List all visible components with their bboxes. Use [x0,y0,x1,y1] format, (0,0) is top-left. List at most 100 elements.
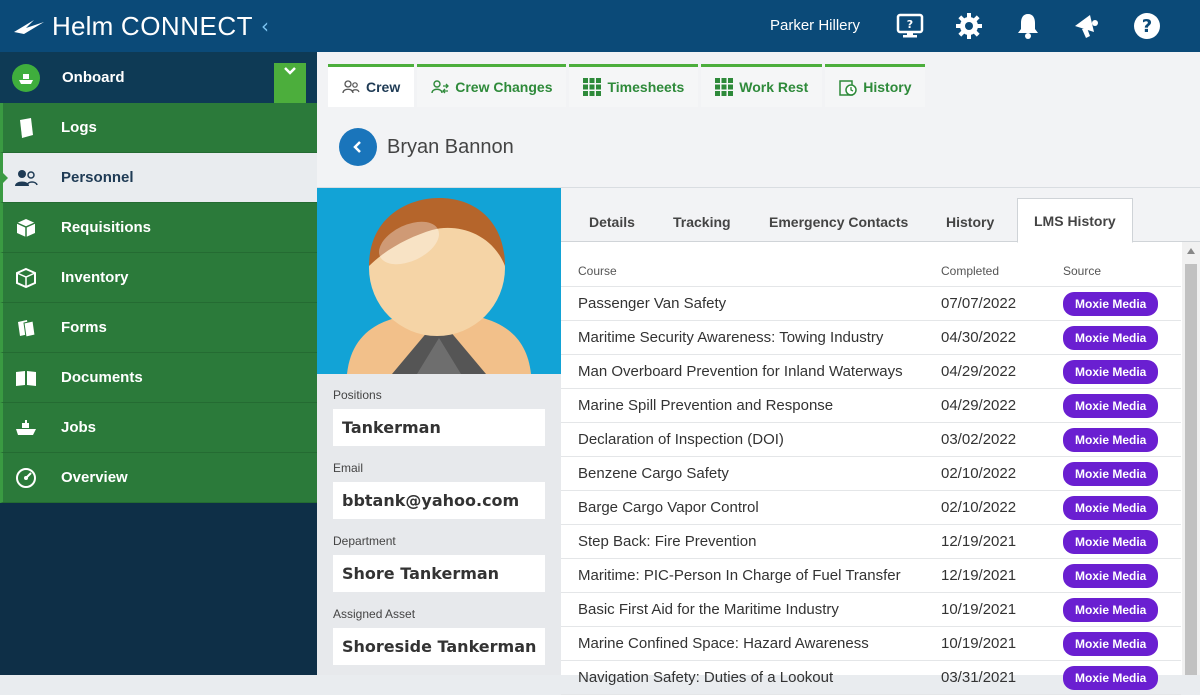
source-cell: Moxie Media [1046,461,1181,486]
source-badge[interactable]: Moxie Media [1063,529,1159,554]
tab-crew[interactable]: Crew [328,64,415,107]
crew-icon [342,80,360,94]
table-row[interactable]: Benzene Cargo Safety 02/10/2022 Moxie Medi… [561,457,1181,491]
scrollbar-thumb[interactable] [1185,264,1197,675]
sidebar-item-requisitions[interactable]: Requisitions [0,203,317,253]
source-cell: Moxie Media [1046,393,1181,418]
positions-field: Positions Tankerman [333,388,545,446]
sidebar-item-logs[interactable]: Logs [0,103,317,153]
column-header-source[interactable]: Source [1046,264,1181,278]
collapse-chevron-icon[interactable]: ‹ [261,14,269,38]
source-badge[interactable]: Moxie Media [1063,665,1159,690]
table-row[interactable]: Passenger Van Safety 07/07/2022 Moxie Medi… [561,287,1181,321]
completed-date-cell: 02/10/2022 [941,465,1017,482]
positions-value: Tankerman [333,409,545,446]
source-badge[interactable]: Moxie Media [1063,359,1159,384]
tab-detail-history[interactable]: History [946,202,994,242]
table-header: Course Completed Source [561,242,1181,287]
help-question-icon[interactable]: ? [1131,10,1163,42]
source-badge[interactable]: Moxie Media [1063,597,1159,622]
course-cell: Marine Spill Prevention and Response [578,397,834,414]
assigned-asset-label: Assigned Asset [333,607,416,621]
avatar-placeholder-icon [347,198,531,374]
source-cell: Moxie Media [1046,291,1181,316]
grid-icon [583,78,602,96]
settings-gear-icon[interactable] [953,10,985,42]
sidebar-item-overview[interactable]: Overview [0,453,317,503]
tab-details[interactable]: Details [589,202,635,242]
completed-date-cell: 04/30/2022 [941,329,1017,346]
tab-timesheets[interactable]: Timesheets [569,64,699,107]
helm-connect-logo[interactable]: Helm CONNECT ‹ [12,10,269,42]
monitor-help-icon[interactable]: ? [894,10,926,42]
logbook-icon [13,115,39,141]
sidebar-item-personnel[interactable]: Personnel [0,153,317,203]
sidebar-item-forms[interactable]: Forms [0,303,317,353]
source-badge[interactable]: Moxie Media [1063,291,1159,316]
history-clock-icon [839,80,857,96]
source-badge[interactable]: Moxie Media [1063,461,1159,486]
table-row[interactable]: Maritime Security Awareness: Towing Indu… [561,321,1181,355]
table-row[interactable]: Basic First Aid for the Maritime Industr… [561,593,1181,627]
sidebar-item-documents[interactable]: Documents [0,353,317,403]
source-badge[interactable]: Moxie Media [1063,393,1159,418]
table-scrollbar[interactable] [1182,242,1200,675]
table-row[interactable]: Step Back: Fire Prevention 12/19/2021 Moxi… [561,525,1181,559]
lms-history-table: Course Completed Source Passenger Van Sa… [561,242,1181,695]
grid-icon [715,78,734,96]
top-bar: Helm CONNECT ‹ Parker Hillery ? ? [0,0,1200,52]
table-row[interactable]: Barge Cargo Vapor Control 02/10/2022 Moxie… [561,491,1181,525]
back-button[interactable] [339,128,377,166]
svg-text:?: ? [907,18,913,31]
source-badge[interactable]: Moxie Media [1063,495,1159,520]
chevron-down-icon [284,67,296,75]
column-header-course[interactable]: Course [561,264,924,278]
sidebar-item-jobs[interactable]: Jobs [0,403,317,453]
source-badge[interactable]: Moxie Media [1063,325,1159,350]
tab-work-rest[interactable]: Work Rest [701,64,823,107]
completed-date-cell: 12/19/2021 [941,567,1017,584]
course-cell: Basic First Aid for the Maritime Industr… [578,601,839,618]
course-cell: Maritime: PIC-Person In Charge of Fuel T… [578,567,901,584]
scroll-up-arrow-icon[interactable] [1187,248,1195,254]
onboard-section-header[interactable]: Onboard [0,52,317,103]
completed-date-cell: 03/31/2021 [941,669,1017,686]
column-header-completed[interactable]: Completed [924,264,1046,278]
email-value: bbtank@yahoo.com [333,482,545,519]
person-name: Bryan Bannon [387,135,514,158]
source-cell: Moxie Media [1046,427,1181,452]
completed-date-cell: 04/29/2022 [941,397,1017,414]
forms-icon [13,315,39,341]
course-cell: Barge Cargo Vapor Control [578,499,759,516]
table-row[interactable]: Marine Spill Prevention and Response 04/2… [561,389,1181,423]
crew-changes-icon [431,80,450,94]
tab-crew-changes[interactable]: Crew Changes [417,64,567,107]
assigned-asset-field: Assigned Asset Shoreside Tankerman [333,607,545,665]
source-badge[interactable]: Moxie Media [1063,427,1159,452]
tab-history[interactable]: History [825,64,926,107]
book-icon [13,365,39,391]
completed-date-cell: 12/19/2021 [941,533,1017,550]
table-row[interactable]: Maritime: PIC-Person In Charge of Fuel T… [561,559,1181,593]
section-dropdown-button[interactable] [274,63,306,103]
table-row[interactable]: Man Overboard Prevention for Inland Wate… [561,355,1181,389]
table-row[interactable]: Declaration of Inspection (DOI) 03/02/202… [561,423,1181,457]
tab-lms-history[interactable]: LMS History [1017,198,1133,243]
avatar [317,188,561,374]
chevron-left-icon [353,141,361,153]
source-cell: Moxie Media [1046,325,1181,350]
table-row[interactable]: Navigation Safety: Duties of a Lookout 03… [561,661,1181,695]
source-badge[interactable]: Moxie Media [1063,563,1159,588]
source-cell: Moxie Media [1046,495,1181,520]
user-name[interactable]: Parker Hillery [770,17,860,34]
positions-label: Positions [333,388,382,402]
source-badge[interactable]: Moxie Media [1063,631,1159,656]
svg-text:?: ? [1142,16,1152,37]
course-cell: Marine Confined Space: Hazard Awareness [578,635,869,652]
tab-emergency-contacts[interactable]: Emergency Contacts [769,202,908,242]
sidebar-item-inventory[interactable]: Inventory [0,253,317,303]
tab-tracking[interactable]: Tracking [673,202,731,242]
megaphone-icon[interactable] [1071,10,1103,42]
table-row[interactable]: Marine Confined Space: Hazard Awareness 1… [561,627,1181,661]
notification-bell-icon[interactable] [1012,10,1044,42]
